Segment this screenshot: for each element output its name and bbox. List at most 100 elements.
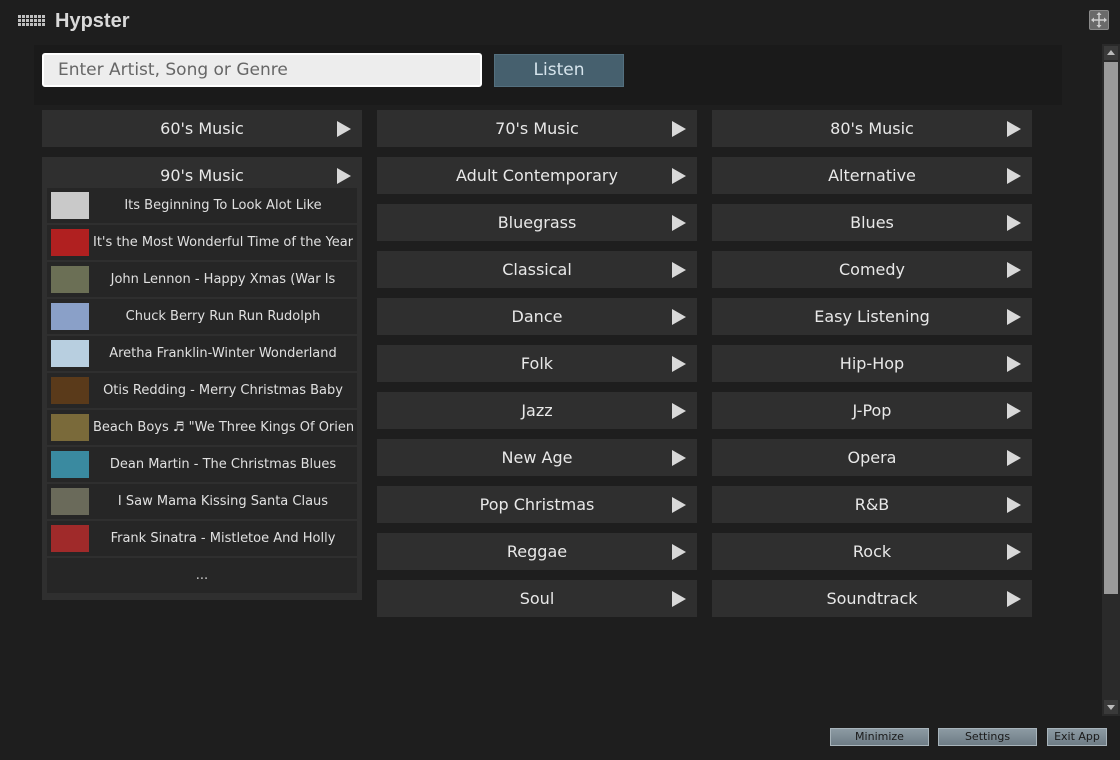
play-icon[interactable] [672, 497, 686, 513]
play-icon[interactable] [1007, 450, 1021, 466]
song-title: Chuck Berry Run Run Rudolph [125, 309, 321, 324]
song-list-item[interactable]: Its Beginning To Look Alot Like [47, 188, 357, 223]
play-icon[interactable] [1007, 356, 1021, 372]
genre-button-j-pop[interactable]: J-Pop [712, 392, 1032, 429]
title-bar: Hypster [0, 0, 1120, 42]
play-icon[interactable] [1007, 168, 1021, 184]
genre-label: R&B [854, 495, 890, 514]
scroll-down-arrow-icon[interactable] [1104, 700, 1118, 714]
genre-label: Opera [847, 448, 897, 467]
play-icon[interactable] [672, 309, 686, 325]
genre-button-bluegrass[interactable]: Bluegrass [377, 204, 697, 241]
play-icon[interactable] [1007, 497, 1021, 513]
genre-label: Jazz [521, 401, 553, 420]
hypster-app: Hypster Listen 60's Music90's MusicAnime… [0, 0, 1120, 760]
play-icon[interactable] [672, 356, 686, 372]
song-thumbnail [51, 525, 89, 552]
song-list-item[interactable]: Aretha Franklin-Winter Wonderland [47, 336, 357, 371]
genre-button-alternative[interactable]: Alternative [712, 157, 1032, 194]
genre-label: Alternative [828, 166, 916, 185]
play-icon[interactable] [337, 168, 351, 184]
song-list-item[interactable]: Otis Redding - Merry Christmas Baby [47, 373, 357, 408]
exit-app-button[interactable]: Exit App [1047, 728, 1107, 746]
genre-button-adult-contemporary[interactable]: Adult Contemporary [377, 157, 697, 194]
song-thumbnail [51, 303, 89, 330]
genre-label: Blues [850, 213, 894, 232]
song-list-item[interactable]: Chuck Berry Run Run Rudolph [47, 299, 357, 334]
genre-label: Pop Christmas [479, 495, 595, 514]
genre-button-dance[interactable]: Dance [377, 298, 697, 335]
play-icon[interactable] [672, 215, 686, 231]
song-thumbnail [51, 266, 89, 293]
play-icon[interactable] [672, 544, 686, 560]
genre-button-60-s-music[interactable]: 60's Music [42, 110, 362, 147]
song-list-item[interactable]: John Lennon - Happy Xmas (War Is [47, 262, 357, 297]
song-list-item[interactable]: Frank Sinatra - Mistletoe And Holly [47, 521, 357, 556]
genre-label: J-Pop [852, 401, 892, 420]
genre-label: 80's Music [830, 119, 914, 138]
song-list-item[interactable]: It's the Most Wonderful Time of the Year [47, 225, 357, 260]
genre-button-80-s-music[interactable]: 80's Music [712, 110, 1032, 147]
app-title: Hypster [55, 10, 130, 32]
play-icon[interactable] [672, 450, 686, 466]
search-input[interactable] [42, 53, 482, 87]
song-list-item[interactable]: Dean Martin - The Christmas Blues [47, 447, 357, 482]
genre-button-pop-christmas[interactable]: Pop Christmas [377, 486, 697, 523]
play-icon[interactable] [1007, 121, 1021, 137]
song-thumbnail [51, 488, 89, 515]
genre-label: Soundtrack [826, 589, 918, 608]
genre-button-70-s-music[interactable]: 70's Music [377, 110, 697, 147]
song-title: John Lennon - Happy Xmas (War Is [110, 272, 336, 287]
genre-label: Reggae [506, 542, 568, 561]
song-title: It's the Most Wonderful Time of the Year [93, 235, 353, 250]
play-icon[interactable] [672, 262, 686, 278]
play-icon[interactable] [1007, 591, 1021, 607]
play-icon[interactable] [672, 121, 686, 137]
scroll-thumb[interactable] [1104, 62, 1118, 594]
genre-button-blues[interactable]: Blues [712, 204, 1032, 241]
song-title: Beach Boys ♬ "We Three Kings Of Orient [93, 420, 353, 435]
genre-label: Easy Listening [814, 307, 930, 326]
play-icon[interactable] [672, 403, 686, 419]
play-icon[interactable] [1007, 309, 1021, 325]
genre-button-jazz[interactable]: Jazz [377, 392, 697, 429]
scroll-up-arrow-icon[interactable] [1104, 46, 1118, 60]
genre-button-comedy[interactable]: Comedy [712, 251, 1032, 288]
more-songs-link[interactable]: ... [47, 558, 357, 593]
settings-button[interactable]: Settings [938, 728, 1037, 746]
genre-label: 60's Music [160, 119, 244, 138]
play-icon[interactable] [672, 168, 686, 184]
song-list-item[interactable]: Beach Boys ♬ "We Three Kings Of Orient [47, 410, 357, 445]
play-icon[interactable] [1007, 403, 1021, 419]
app-grid-icon [18, 15, 48, 29]
genre-button-soul[interactable]: Soul [377, 580, 697, 617]
genre-button-new-age[interactable]: New Age [377, 439, 697, 476]
genre-button-folk[interactable]: Folk [377, 345, 697, 382]
song-thumbnail [51, 229, 89, 256]
play-icon[interactable] [337, 121, 351, 137]
play-icon[interactable] [672, 591, 686, 607]
listen-button[interactable]: Listen [494, 54, 624, 87]
vertical-scrollbar[interactable] [1102, 44, 1120, 716]
play-icon[interactable] [1007, 215, 1021, 231]
genre-button-reggae[interactable]: Reggae [377, 533, 697, 570]
genre-label: Dance [511, 307, 563, 326]
genre-button-r-b[interactable]: R&B [712, 486, 1032, 523]
genre-button-hip-hop[interactable]: Hip-Hop [712, 345, 1032, 382]
minimize-button[interactable]: Minimize [830, 728, 929, 746]
play-icon[interactable] [1007, 544, 1021, 560]
song-thumbnail [51, 377, 89, 404]
song-list-item[interactable]: I Saw Mama Kissing Santa Claus [47, 484, 357, 519]
play-icon[interactable] [1007, 262, 1021, 278]
song-title: Dean Martin - The Christmas Blues [109, 457, 337, 472]
genre-button-opera[interactable]: Opera [712, 439, 1032, 476]
move-icon[interactable] [1089, 10, 1109, 30]
genre-button-classical[interactable]: Classical [377, 251, 697, 288]
genre-button-soundtrack[interactable]: Soundtrack [712, 580, 1032, 617]
genre-label: Folk [520, 354, 554, 373]
genre-label: Hip-Hop [839, 354, 905, 373]
genre-button-rock[interactable]: Rock [712, 533, 1032, 570]
genre-label: Adult Contemporary [456, 166, 618, 185]
genre-label: Comedy [838, 260, 905, 279]
genre-button-easy-listening[interactable]: Easy Listening [712, 298, 1032, 335]
